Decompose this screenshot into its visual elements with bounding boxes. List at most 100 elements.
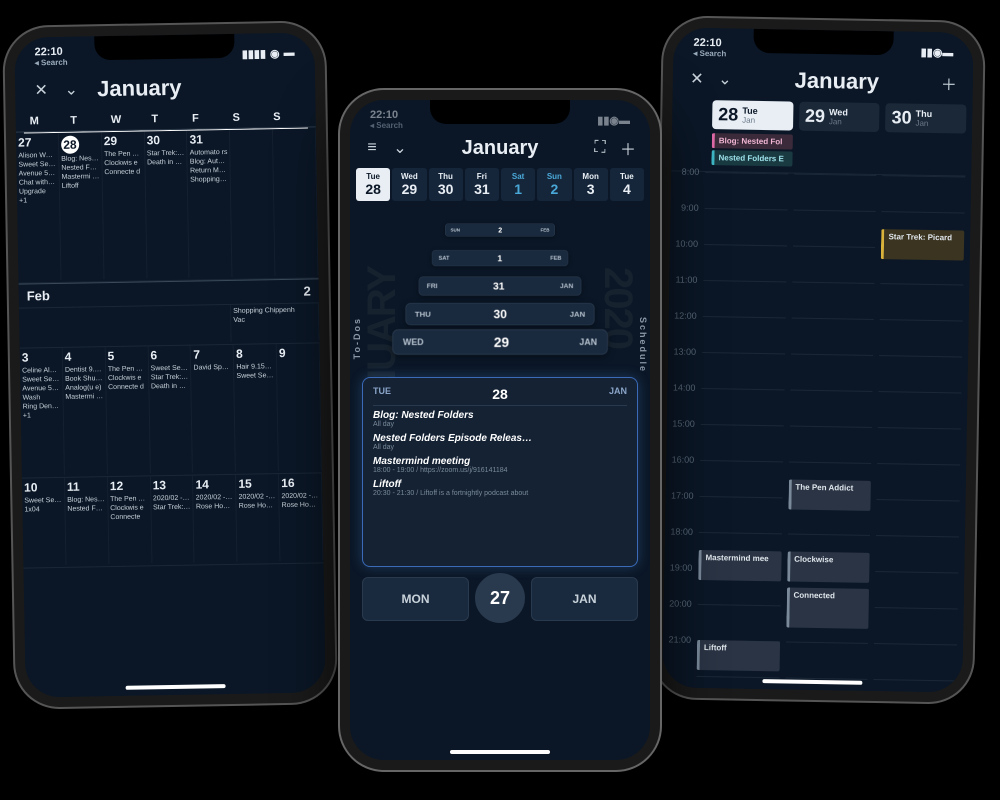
back-to-search[interactable]: ◂ Search <box>693 50 726 59</box>
day-cell[interactable]: 11Blog: NestedNested Folders <box>65 477 109 565</box>
stack-day-card[interactable]: THU30JAN <box>405 303 594 325</box>
event-text[interactable]: Dentist 9.50am <box>65 366 103 375</box>
day-column-header[interactable]: 30ThuJan <box>885 103 966 133</box>
event-text[interactable]: Blog: Nested <box>61 155 99 164</box>
event-text[interactable]: The Pen Addict <box>108 365 146 374</box>
day-column-header[interactable]: 28TueJan <box>712 100 793 130</box>
menu-icon[interactable]: ≡ <box>362 139 382 157</box>
today-event[interactable]: Liftoff20:30 - 21:30 / Liftoff is a fort… <box>373 479 627 497</box>
timed-event[interactable]: Connected <box>786 587 869 628</box>
strip-day[interactable]: Sat1 <box>501 168 535 201</box>
today-event[interactable]: Nested Folders Episode Releas…All day <box>373 433 627 451</box>
event-text[interactable]: Connecte d <box>108 383 146 392</box>
strip-day[interactable]: Tue4 <box>610 168 644 201</box>
timed-event[interactable]: Star Trek: Picard <box>881 229 964 260</box>
home-indicator[interactable] <box>450 750 550 754</box>
event-text[interactable]: Nested Folders <box>61 164 99 173</box>
event-text[interactable]: Nested Folders <box>67 505 105 514</box>
event-text[interactable]: Star Trek: Picard <box>151 374 189 383</box>
day-cell[interactable]: 28Blog: NestedNested FoldersMastermi ndL… <box>59 132 104 280</box>
date-strip[interactable]: Tue28Wed29Thu30Fri31Sat1Sun2Mon3Tue4 <box>350 168 650 201</box>
event-text[interactable]: Death in Paradise <box>151 383 189 392</box>
event-text[interactable]: Analog(u e) <box>65 384 103 393</box>
event-text[interactable]: Mastermi nd <box>65 393 103 402</box>
event-text[interactable]: Sweet Setup <box>18 161 56 170</box>
event-text[interactable]: Avenue 5 1x03 "I'm <box>22 385 60 394</box>
day-cell[interactable] <box>230 129 275 277</box>
event-text[interactable]: Sweet Setup <box>151 364 189 373</box>
event-text[interactable]: Automato rs <box>190 149 228 158</box>
add-icon[interactable]: ＋ <box>939 71 959 95</box>
stack-day-card[interactable]: SUN2FEB <box>445 224 555 237</box>
day-cell[interactable]: 31Automato rsBlog: AutomatoReturn Mowers… <box>187 130 232 278</box>
stack-day-card[interactable]: WED29JAN <box>392 329 608 354</box>
event-text[interactable]: David Sparks's <box>193 364 231 373</box>
event-text[interactable]: The Pen Addict <box>104 150 142 159</box>
allday-event[interactable]: Blog: Nested Fol <box>712 133 793 149</box>
close-icon[interactable]: ✕ <box>31 80 51 100</box>
allday-event[interactable]: Nested Folders E <box>711 150 792 166</box>
event-text[interactable]: Rose Home? <box>239 502 277 511</box>
event-text[interactable]: The Pen Addict <box>110 495 148 504</box>
today-card[interactable]: TUE 28 JAN Blog: Nested FoldersAll dayNe… <box>362 377 638 567</box>
back-to-search[interactable]: ◂ Search <box>35 59 68 68</box>
event-text[interactable]: Return Mowers <box>190 167 228 176</box>
strip-day[interactable]: Tue28 <box>356 168 390 201</box>
event-text[interactable]: 2020/02 - UK <box>281 492 319 501</box>
event-text[interactable]: Wash <box>22 394 60 403</box>
event-text[interactable]: Sweet Setup <box>22 376 60 385</box>
day-cell[interactable]: 12The Pen AddictClockwis eConnecte <box>108 476 152 564</box>
todos-tab[interactable]: To-Dos <box>352 317 362 359</box>
chevron-down-icon[interactable]: ⌄ <box>390 138 410 158</box>
event-text[interactable]: Clockwis e <box>110 504 148 513</box>
event-text[interactable]: Star Trek: Picard <box>147 150 185 159</box>
timed-event[interactable]: The Pen Addict <box>788 480 871 511</box>
event-text[interactable]: 1x04 <box>24 506 62 515</box>
today-event[interactable]: Mastermind meeting18:00 - 19:00 / https:… <box>373 456 627 474</box>
event-text[interactable]: Blog: Nested <box>67 496 105 505</box>
day-cell[interactable]: 27Alison WakefieldSweet SetupAvenue 5 1x… <box>16 133 61 281</box>
day-cell[interactable]: 9 <box>277 343 322 471</box>
day-cell[interactable]: 132020/02 - UKStar Trek: Picard <box>151 476 195 564</box>
event-text[interactable]: Liftoff <box>62 182 100 191</box>
event-text[interactable]: 2020/02 - UK <box>153 494 191 503</box>
event-text[interactable]: Blog: Automato <box>190 158 228 167</box>
event-text[interactable]: Shopping Morrison <box>190 176 228 185</box>
day-cell[interactable]: 30Star Trek: PicardDeath in Paradise <box>144 131 189 279</box>
day-cell[interactable]: 6Sweet SetupStar Trek: PicardDeath in Pa… <box>148 346 193 474</box>
hour-column[interactable]: Star Trek: Picard <box>874 175 966 695</box>
fullscreen-icon[interactable]: ⛶ <box>590 139 610 157</box>
event-text[interactable]: 2020/02 - UK <box>239 493 277 502</box>
event-text[interactable]: 2020/02 - UK <box>196 494 234 503</box>
strip-day[interactable]: Thu30 <box>429 168 463 201</box>
event-text[interactable]: Sweet Setup <box>236 372 274 381</box>
today-event[interactable]: Blog: Nested FoldersAll day <box>373 410 627 428</box>
day-cell[interactable]: 152020/02 - UKRose Home? <box>236 474 280 562</box>
event-text[interactable]: Connecte d <box>104 168 142 177</box>
event-text[interactable]: Mastermi nd <box>62 173 100 182</box>
event-text[interactable]: Upgrade <box>19 188 57 197</box>
strip-day[interactable]: Wed29 <box>392 168 426 201</box>
event-text[interactable]: Celine Alain B/ <box>22 367 60 376</box>
chevron-down-icon[interactable]: ⌄ <box>61 80 81 100</box>
day-column-header[interactable]: 29WedJan <box>799 102 880 132</box>
event-text[interactable]: Clockwis e <box>104 159 142 168</box>
hour-column[interactable]: The Pen Addict Clockwise Connected <box>785 174 877 694</box>
prev-day-button[interactable]: MON <box>362 577 469 621</box>
prev-day-number[interactable]: 27 <box>475 573 525 623</box>
event-text[interactable]: Book Shuttles <box>65 375 103 384</box>
event-text[interactable]: Death in Paradise <box>147 159 185 168</box>
day-cell[interactable]: 3Celine Alain B/Sweet SetupAvenue 5 1x03… <box>20 348 65 476</box>
timed-event[interactable]: Clockwise <box>787 551 870 582</box>
timed-event[interactable]: Liftoff <box>697 640 780 671</box>
day-cell[interactable]: 29The Pen AddictClockwis eConnecte d <box>102 131 147 279</box>
strip-day[interactable]: Sun2 <box>537 168 571 201</box>
prev-day-month[interactable]: JAN <box>531 577 638 621</box>
month-scroll[interactable]: 27Alison WakefieldSweet SetupAvenue 5 1x… <box>16 127 326 707</box>
back-to-search[interactable]: ◂ Search <box>370 122 403 130</box>
event-text[interactable]: Rose Home? <box>196 503 234 512</box>
event-text[interactable]: Chat with Grayson <box>19 179 57 188</box>
day-cell[interactable]: 142020/02 - UKRose Home? <box>193 475 237 563</box>
day-cell[interactable]: 7David Sparks's <box>191 345 236 473</box>
event-text[interactable]: Star Trek: Picard <box>153 504 191 513</box>
